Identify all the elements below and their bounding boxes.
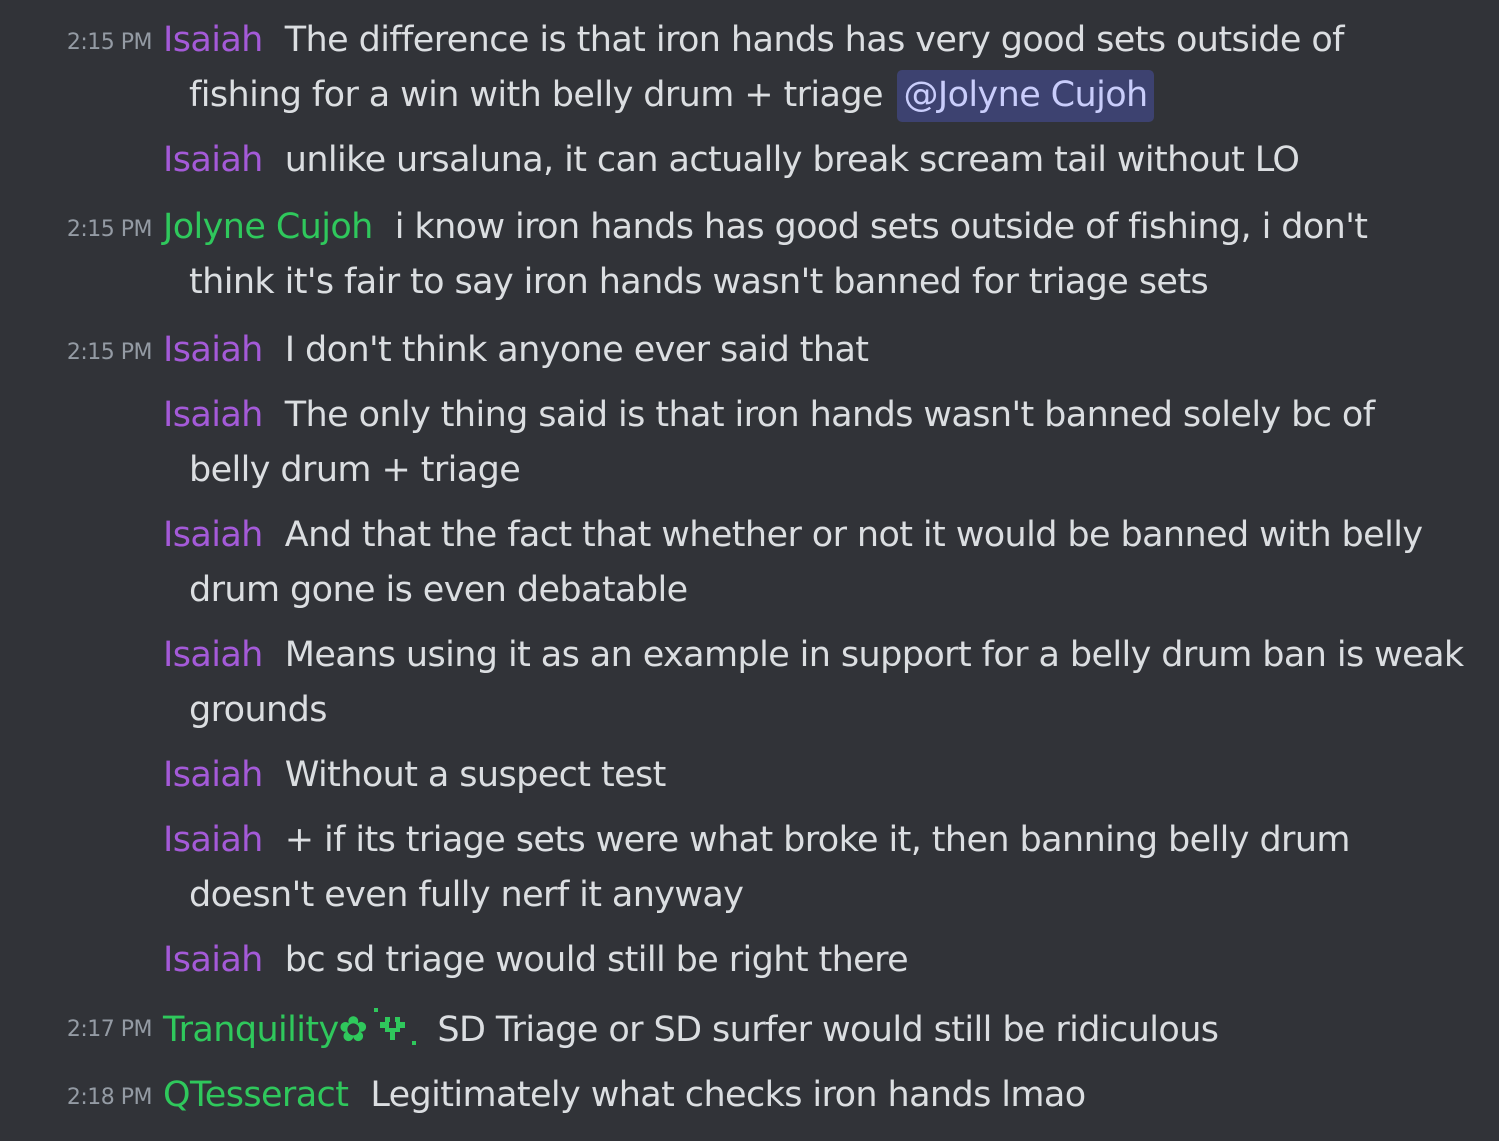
message-content: Isaiah Without a suspect test xyxy=(163,755,666,795)
message-text: fishing for a win with belly drum + tria… xyxy=(189,75,884,115)
username[interactable]: Isaiah xyxy=(163,755,263,795)
message-text: Without a suspect test xyxy=(284,755,667,795)
message-content: Isaiah + if its triage sets were what bro… xyxy=(163,820,1351,860)
message-text: Legitimately what checks iron hands lmao xyxy=(370,1075,1086,1115)
message-continuation: fishing for a win with belly drum + tria… xyxy=(189,70,1154,122)
message-timestamp[interactable]: 2:15 PM xyxy=(67,30,153,55)
message-text: grounds xyxy=(189,690,327,730)
message-content: Isaiah And that the fact that whether or … xyxy=(163,515,1423,555)
username[interactable]: Isaiah xyxy=(163,820,263,860)
plant-badge-icon[interactable] xyxy=(371,1007,419,1047)
message-timestamp[interactable]: 2:15 PM xyxy=(67,217,153,242)
message-text: And that the fact that whether or not it… xyxy=(284,515,1423,555)
username-text: Tranquility xyxy=(163,1010,339,1050)
message-content: Isaiah unlike ursaluna, it can actually b… xyxy=(163,140,1300,180)
message-content: Isaiah I don't think anyone ever said tha… xyxy=(163,330,869,370)
message-text: belly drum + triage xyxy=(189,450,521,490)
message-continuation: drum gone is even debatable xyxy=(189,570,688,610)
username[interactable]: Isaiah xyxy=(163,395,263,435)
user-mention[interactable]: @Jolyne Cujoh xyxy=(897,70,1154,122)
message-continuation: belly drum + triage xyxy=(189,450,521,490)
message-text: bc sd triage would still be right there xyxy=(284,940,909,980)
message-text: I don't think anyone ever said that xyxy=(284,330,869,370)
message-timestamp[interactable]: 2:15 PM xyxy=(67,340,153,365)
message-content: Isaiah bc sd triage would still be right … xyxy=(163,940,909,980)
message-continuation: grounds xyxy=(189,690,327,730)
username[interactable]: Isaiah xyxy=(163,635,263,675)
username[interactable]: Isaiah xyxy=(163,940,263,980)
message-text: doesn't even fully nerf it anyway xyxy=(189,875,744,915)
username[interactable]: Tranquility✿ xyxy=(163,1010,368,1050)
message-continuation: think it's fair to say iron hands wasn't… xyxy=(189,262,1209,302)
chat-message-list: 2:15 PM Isaiah The difference is that iro… xyxy=(0,0,1499,1141)
message-content: QTesseract Legitimately what checks iron … xyxy=(163,1075,1086,1115)
message-text: + if its triage sets were what broke it,… xyxy=(284,820,1351,860)
message-text: The difference is that iron hands has ve… xyxy=(284,20,1345,60)
username[interactable]: Isaiah xyxy=(163,515,263,555)
username[interactable]: Isaiah xyxy=(163,330,263,370)
message-content: Isaiah The difference is that iron hands … xyxy=(163,20,1344,60)
username[interactable]: Isaiah xyxy=(163,20,263,60)
message-continuation: doesn't even fully nerf it anyway xyxy=(189,875,744,915)
message-timestamp[interactable]: 2:17 PM xyxy=(67,1017,153,1042)
message-text: unlike ursaluna, it can actually break s… xyxy=(284,140,1300,180)
message-text: think it's fair to say iron hands wasn't… xyxy=(189,262,1209,302)
message-timestamp[interactable]: 2:18 PM xyxy=(67,1085,153,1110)
message-text: The only thing said is that iron hands w… xyxy=(284,395,1375,435)
message-content: Tranquility✿ SD Triage or SD surfer woul… xyxy=(163,1007,1219,1050)
username[interactable]: QTesseract xyxy=(163,1075,349,1115)
message-content: Isaiah The only thing said is that iron h… xyxy=(163,395,1375,435)
message-text: SD Triage or SD surfer would still be ri… xyxy=(437,1010,1219,1050)
username[interactable]: Jolyne Cujoh xyxy=(163,207,373,247)
message-text: drum gone is even debatable xyxy=(189,570,688,610)
message-text: Means using it as an example in support … xyxy=(284,635,1464,675)
username[interactable]: Isaiah xyxy=(163,140,263,180)
flower-icon: ✿ xyxy=(338,1010,368,1050)
message-content: Isaiah Means using it as an example in su… xyxy=(163,635,1464,675)
message-content: Jolyne Cujoh i know iron hands has good s… xyxy=(163,207,1368,247)
message-text: i know iron hands has good sets outside … xyxy=(394,207,1368,247)
